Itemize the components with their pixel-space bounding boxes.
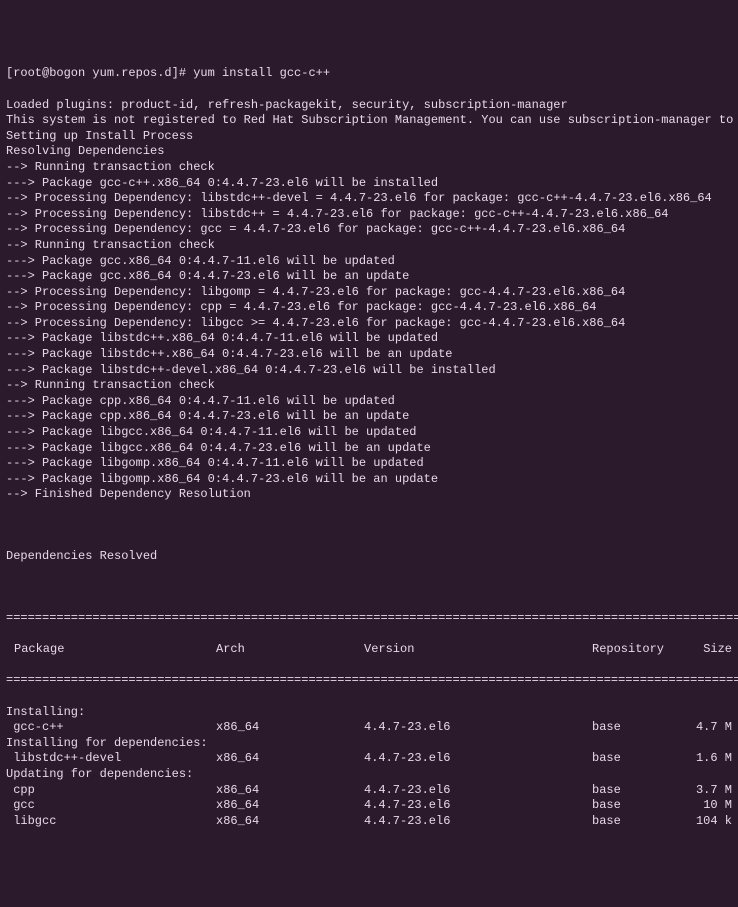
- output-line: ---> Package libstdc++.x86_64 0:4.4.7-23…: [6, 347, 732, 363]
- cell-ver: 4.4.7-23.el6: [364, 798, 592, 814]
- col-header-arch: Arch: [216, 642, 364, 658]
- output-line: ---> Package libgcc.x86_64 0:4.4.7-11.el…: [6, 425, 732, 441]
- cell-ver: 4.4.7-23.el6: [364, 751, 592, 767]
- col-header-version: Version: [364, 642, 592, 658]
- cell-ver: 4.4.7-23.el6: [364, 720, 592, 736]
- output-line: ---> Package libstdc++-devel.x86_64 0:4.…: [6, 363, 732, 379]
- cell-arch: x86_64: [216, 814, 364, 830]
- cell-repo: base: [592, 751, 692, 767]
- output-line: ---> Package cpp.x86_64 0:4.4.7-11.el6 w…: [6, 394, 732, 410]
- output-line: --> Processing Dependency: libstdc++-dev…: [6, 191, 732, 207]
- output-line: --> Processing Dependency: gcc = 4.4.7-2…: [6, 222, 732, 238]
- table-body: Installing: gcc-c++x86_644.4.7-23.el6bas…: [6, 705, 732, 830]
- col-header-repository: Repository: [592, 642, 692, 658]
- output-line: Loaded plugins: product-id, refresh-pack…: [6, 98, 732, 114]
- cell-arch: x86_64: [216, 720, 364, 736]
- cell-repo: base: [592, 720, 692, 736]
- cell-arch: x86_64: [216, 751, 364, 767]
- table-rule-top: ========================================…: [6, 611, 732, 627]
- shell-prompt[interactable]: [root@bogon yum.repos.d]# yum install gc…: [6, 66, 732, 82]
- cell-arch: x86_64: [216, 783, 364, 799]
- output-line: --> Running transaction check: [6, 378, 732, 394]
- cell-pkg: cpp: [6, 783, 216, 799]
- cell-pkg: gcc-c++: [6, 720, 216, 736]
- output-line: --> Running transaction check: [6, 160, 732, 176]
- cell-size: 4.7 M: [692, 720, 732, 736]
- output-line: --> Processing Dependency: libgcc >= 4.4…: [6, 316, 732, 332]
- table-rule-mid: ========================================…: [6, 673, 732, 689]
- cell-ver: 4.4.7-23.el6: [364, 814, 592, 830]
- output-line: --> Processing Dependency: libstdc++ = 4…: [6, 207, 732, 223]
- col-header-size: Size: [692, 642, 732, 658]
- cell-pkg: gcc: [6, 798, 216, 814]
- cell-repo: base: [592, 798, 692, 814]
- deps-resolved-header: Dependencies Resolved: [6, 549, 732, 565]
- output-line: --> Finished Dependency Resolution: [6, 487, 732, 503]
- cell-size: 3.7 M: [692, 783, 732, 799]
- output-line: ---> Package gcc.x86_64 0:4.4.7-11.el6 w…: [6, 254, 732, 270]
- cell-arch: x86_64: [216, 798, 364, 814]
- output-line: ---> Package cpp.x86_64 0:4.4.7-23.el6 w…: [6, 409, 732, 425]
- output-line: Resolving Dependencies: [6, 144, 732, 160]
- table-header-row: Package Arch Version Repository Size: [6, 642, 732, 658]
- table-row: gccx86_644.4.7-23.el6base10 M: [6, 798, 732, 814]
- section-label: Updating for dependencies:: [6, 767, 732, 783]
- output-line: ---> Package gcc.x86_64 0:4.4.7-23.el6 w…: [6, 269, 732, 285]
- output-line: --> Processing Dependency: libgomp = 4.4…: [6, 285, 732, 301]
- output-block: Loaded plugins: product-id, refresh-pack…: [6, 98, 732, 503]
- table-row: libgccx86_644.4.7-23.el6base104 k: [6, 814, 732, 830]
- output-line: ---> Package libgomp.x86_64 0:4.4.7-11.e…: [6, 456, 732, 472]
- table-row: gcc-c++x86_644.4.7-23.el6base4.7 M: [6, 720, 732, 736]
- section-label: Installing:: [6, 705, 732, 721]
- cell-pkg: libstdc++-devel: [6, 751, 216, 767]
- output-line: ---> Package gcc-c++.x86_64 0:4.4.7-23.e…: [6, 176, 732, 192]
- output-line: --> Running transaction check: [6, 238, 732, 254]
- section-label: Installing for dependencies:: [6, 736, 732, 752]
- cell-repo: base: [592, 814, 692, 830]
- cell-pkg: libgcc: [6, 814, 216, 830]
- cell-repo: base: [592, 783, 692, 799]
- table-row: libstdc++-develx86_644.4.7-23.el6base1.6…: [6, 751, 732, 767]
- output-line: --> Processing Dependency: cpp = 4.4.7-2…: [6, 300, 732, 316]
- cell-ver: 4.4.7-23.el6: [364, 783, 592, 799]
- col-header-package: Package: [6, 642, 216, 658]
- output-line: This system is not registered to Red Hat…: [6, 113, 732, 129]
- cell-size: 104 k: [692, 814, 732, 830]
- output-line: ---> Package libstdc++.x86_64 0:4.4.7-11…: [6, 331, 732, 347]
- cell-size: 1.6 M: [692, 751, 732, 767]
- table-row: cppx86_644.4.7-23.el6base3.7 M: [6, 783, 732, 799]
- cell-size: 10 M: [692, 798, 732, 814]
- output-line: ---> Package libgcc.x86_64 0:4.4.7-23.el…: [6, 441, 732, 457]
- output-line: ---> Package libgomp.x86_64 0:4.4.7-23.e…: [6, 472, 732, 488]
- output-line: Setting up Install Process: [6, 129, 732, 145]
